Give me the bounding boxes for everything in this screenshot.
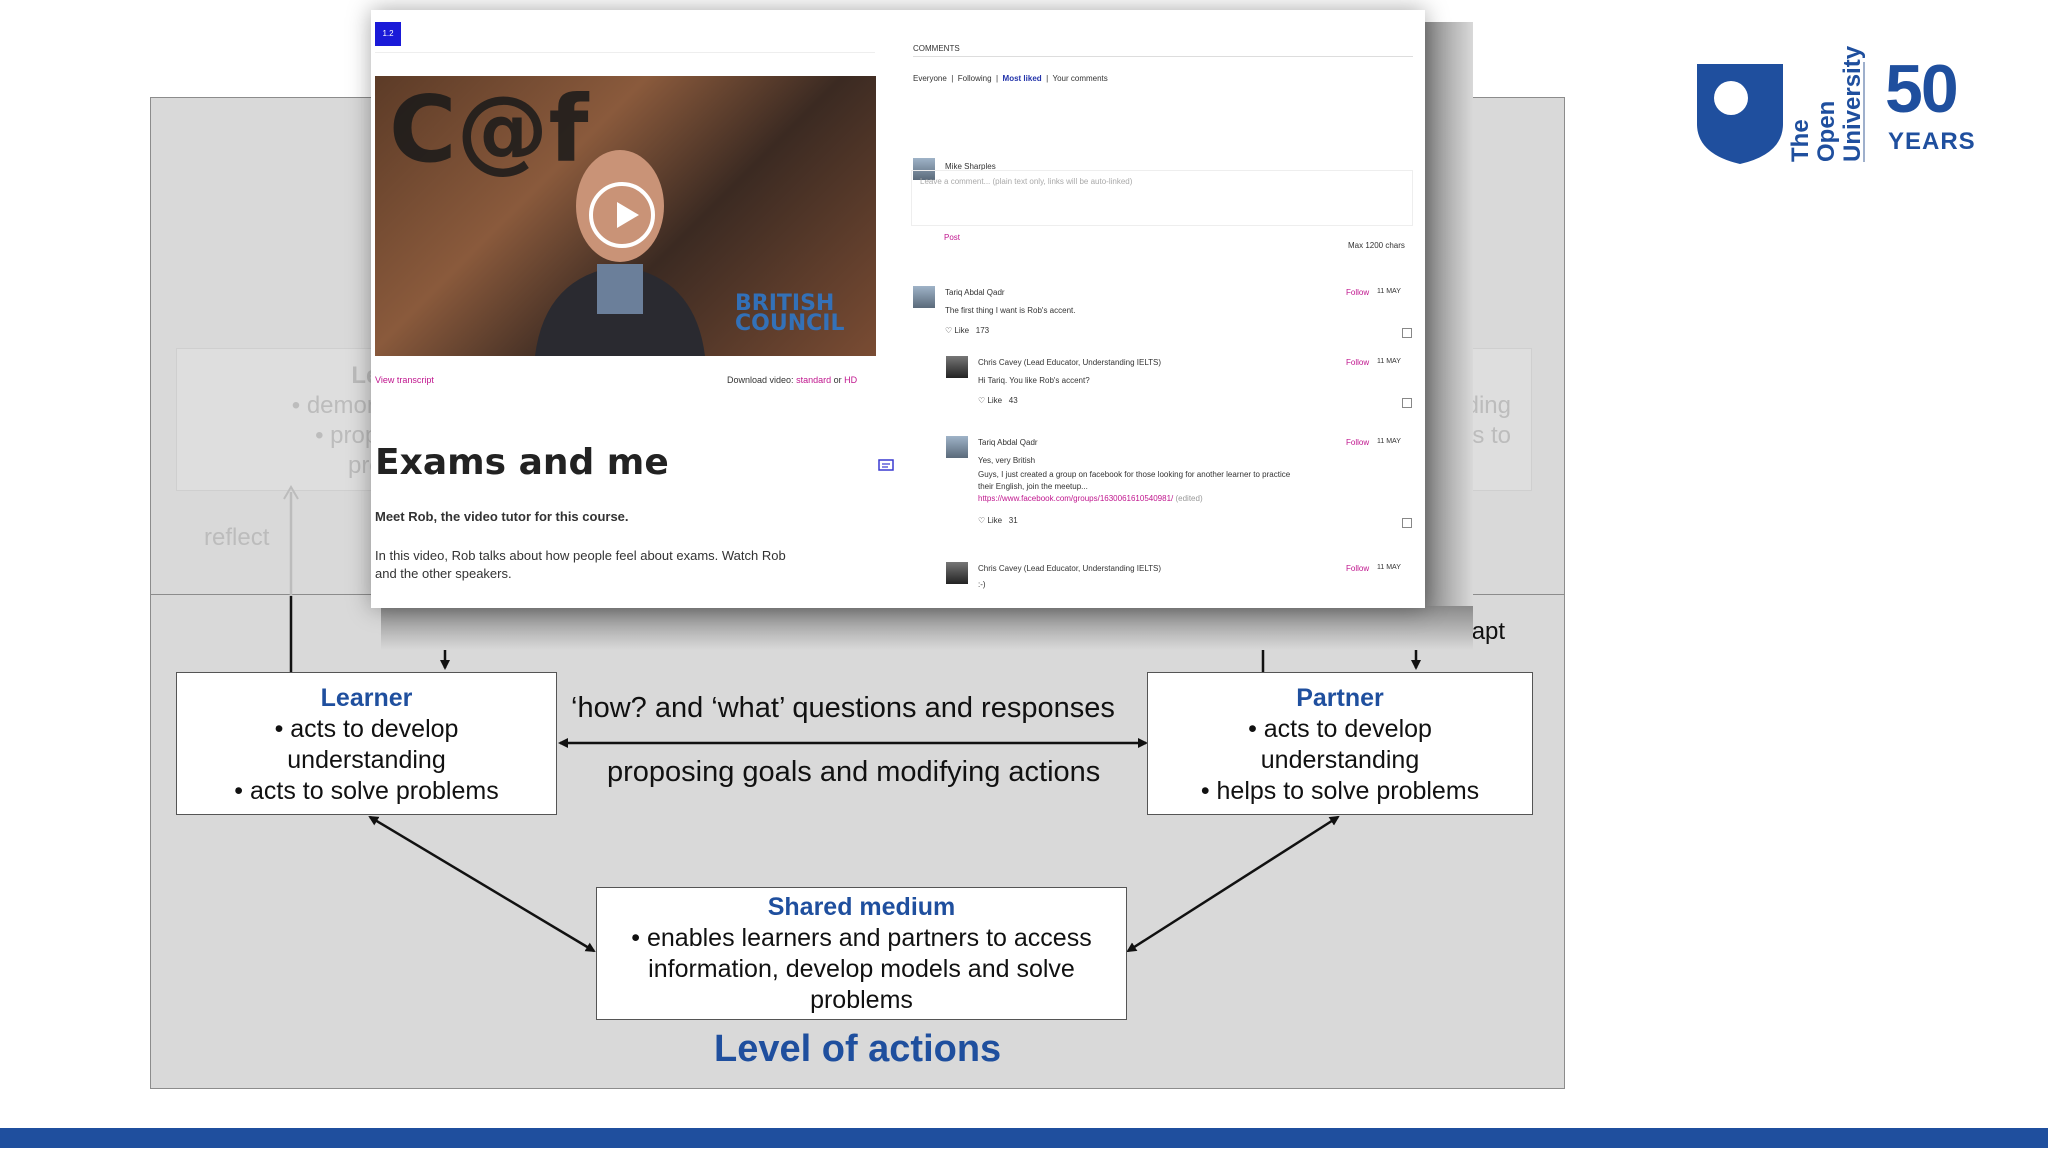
partner-line1: • acts to develop: [1248, 715, 1432, 743]
comment-text: The first thing I want is Rob's accent.: [945, 306, 1076, 315]
comment-author: Chris Cavey (Lead Educator, Understandin…: [978, 358, 1162, 367]
report-flag-icon[interactable]: [1402, 398, 1412, 408]
learner-box: Learner • acts to develop understanding …: [176, 672, 557, 815]
comment-item: Tariq Abdal Qadr Follow 11 MAY Yes, very…: [946, 436, 1413, 546]
learner-title: Learner: [320, 684, 413, 712]
brand-line2: COUNCIL: [735, 311, 845, 336]
follow-link[interactable]: Follow: [1346, 438, 1369, 447]
download-prefix: Download video:: [727, 375, 794, 385]
like-button[interactable]: ♡ Like 43: [978, 396, 1018, 405]
goals-actions-label: proposing goals and modifying actions: [607, 756, 1101, 788]
like-button[interactable]: ♡ Like 173: [945, 326, 989, 335]
footer-bar: [0, 1128, 2048, 1148]
report-flag-icon[interactable]: [1402, 328, 1412, 338]
questions-responses-label: ‘how? and ‘what’ questions and responses: [571, 692, 1115, 724]
comment-item: Chris Cavey (Lead Educator, Understandin…: [946, 356, 1413, 422]
like-count: 31: [1008, 516, 1018, 525]
comments-heading: COMMENTS: [913, 44, 960, 53]
comment-date: 11 MAY: [1377, 358, 1401, 365]
comment-text: Hi Tariq. You like Rob's accent?: [978, 376, 1090, 385]
learner-line1: • acts to develop: [274, 715, 459, 743]
shared-medium-line1: • enables learners and partners to acces…: [631, 924, 1092, 952]
edited-tag: (edited): [1175, 494, 1203, 503]
report-flag-icon[interactable]: [1402, 518, 1412, 528]
comment-input-placeholder: Leave a comment... (plain text only, lin…: [920, 177, 1133, 186]
like-count: 43: [1008, 396, 1018, 405]
max-chars-note: Max 1200 chars: [1348, 241, 1405, 250]
filter-everyone[interactable]: Everyone: [913, 74, 947, 83]
commenter-avatar: [913, 286, 935, 308]
commenter-avatar: [946, 356, 968, 378]
intro-bold: Meet Rob, the video tutor for this cours…: [375, 509, 629, 524]
post-button[interactable]: Post: [944, 233, 960, 242]
like-count: 173: [975, 326, 990, 335]
comment-author: Tariq Abdal Qadr: [978, 438, 1038, 447]
learner-line3: • acts to solve problems: [234, 777, 499, 805]
comment-date: 11 MAY: [1377, 564, 1401, 571]
learner-line2: understanding: [287, 746, 446, 774]
level-of-actions-title: Level of actions: [714, 1028, 1002, 1070]
shared-medium-title: Shared medium: [767, 893, 956, 921]
comment-author: Chris Cavey (Lead Educator, Understandin…: [978, 564, 1162, 573]
like-button[interactable]: ♡ Like 31: [978, 516, 1018, 525]
step-number-badge: 1.2: [375, 22, 401, 46]
shared-medium-line2: information, develop models and solve: [648, 955, 1075, 983]
step-title: Exams and me: [375, 442, 669, 483]
comment-link-row: https://www.facebook.com/groups/16300616…: [978, 494, 1203, 503]
screenshot-shadow-bottom: [381, 606, 1473, 650]
video-player[interactable]: C@f BRITISH COUNCIL: [375, 76, 876, 356]
learner-medium-arrow: [368, 815, 596, 953]
intro-line1: In this video, Rob talks about how peopl…: [375, 548, 786, 563]
comments-heading-rule: [913, 56, 1413, 57]
like-label: Like: [954, 326, 970, 335]
commenter-avatar: [946, 562, 968, 584]
comment-text-2: Guys, I just created a group on facebook…: [978, 470, 1291, 479]
shared-medium-box: Shared medium • enables learners and par…: [596, 887, 1127, 1020]
comment-item: Chris Cavey (Lead Educator, Understandin…: [946, 562, 1413, 608]
shared-medium-line3: problems: [810, 986, 913, 1014]
partner-title: Partner: [1296, 684, 1384, 712]
comment-date: 11 MAY: [1377, 288, 1401, 295]
intro-line2: and the other speakers.: [375, 566, 512, 581]
like-label: Like: [987, 396, 1003, 405]
comment-text-3: their English, join the meetup...: [978, 482, 1088, 491]
download-video: Download video: standard or HD: [727, 375, 857, 385]
comment-input[interactable]: Leave a comment... (plain text only, lin…: [911, 170, 1413, 226]
comment-item: Tariq Abdal Qadr Follow 11 MAY The first…: [913, 286, 1413, 352]
follow-link[interactable]: Follow: [1346, 358, 1369, 367]
comment-toggle-icon[interactable]: [878, 459, 894, 473]
filter-your-comments[interactable]: Your comments: [1052, 74, 1107, 83]
download-standard-link[interactable]: standard: [796, 375, 831, 385]
partner-medium-arrow: [1126, 815, 1340, 953]
comment-date: 11 MAY: [1377, 438, 1401, 445]
course-step-screenshot: 1.2 C@f BRITISH COUNCIL View transcript …: [371, 10, 1425, 608]
commenter-avatar: [946, 436, 968, 458]
partner-box: Partner • acts to develop understanding …: [1147, 672, 1533, 815]
comment-text: :-): [978, 580, 986, 589]
play-button[interactable]: [589, 182, 655, 248]
follow-link[interactable]: Follow: [1346, 564, 1369, 573]
download-hd-link[interactable]: HD: [844, 375, 857, 385]
filter-most-liked[interactable]: Most liked: [1003, 74, 1042, 83]
follow-link[interactable]: Follow: [1346, 288, 1369, 297]
comment-filters: Everyone | Following | Most liked | Your…: [913, 74, 1108, 83]
british-council-brand: BRITISH COUNCIL: [735, 293, 845, 336]
screenshot-shadow: [1425, 22, 1473, 612]
step-header-rule: [375, 52, 875, 53]
comment-author: Tariq Abdal Qadr: [945, 288, 1005, 297]
like-label: Like: [987, 516, 1003, 525]
view-transcript-link[interactable]: View transcript: [375, 375, 434, 385]
partner-line2: understanding: [1260, 746, 1420, 774]
download-or: or: [833, 375, 842, 385]
filter-following[interactable]: Following: [958, 74, 992, 83]
facebook-link[interactable]: https://www.facebook.com/groups/16300616…: [978, 494, 1173, 503]
partner-line3: • helps to solve problems: [1200, 777, 1480, 805]
comment-text: Yes, very British: [978, 456, 1036, 465]
